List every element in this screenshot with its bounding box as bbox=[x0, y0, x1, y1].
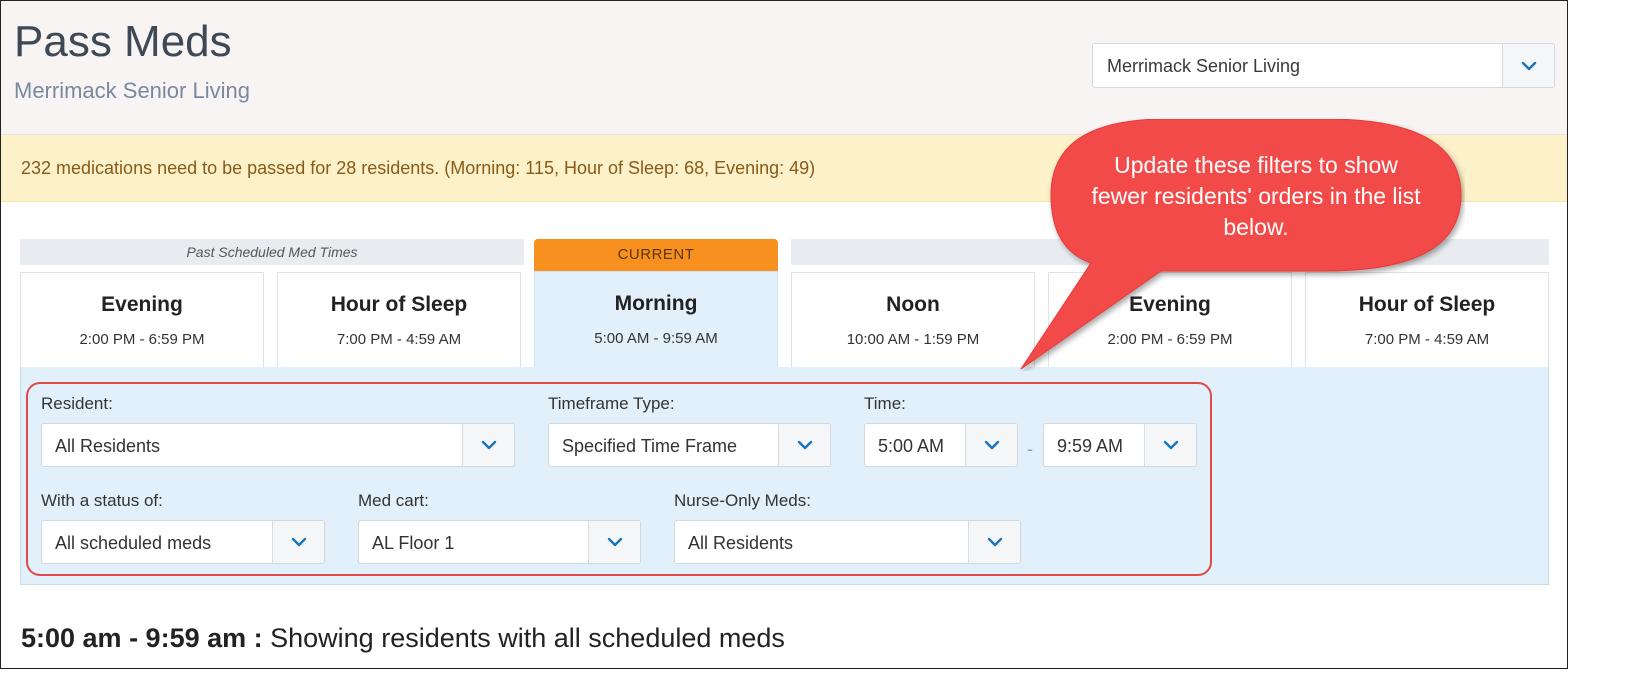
tab-name: Noon bbox=[886, 293, 940, 316]
tab-hour-of-sleep-past[interactable]: Hour of Sleep 7:00 PM - 4:59 AM bbox=[277, 272, 521, 368]
past-times-label: Past Scheduled Med Times bbox=[186, 244, 358, 260]
tab-time: 2:00 PM - 6:59 PM bbox=[79, 331, 205, 348]
page-title: Pass Meds bbox=[14, 17, 232, 66]
facility-select-toggle[interactable] bbox=[1502, 44, 1554, 87]
tab-time: 10:00 AM - 1:59 PM bbox=[846, 331, 980, 348]
tab-evening-past[interactable]: Evening 2:00 PM - 6:59 PM bbox=[20, 272, 264, 368]
tab-morning-current[interactable]: Morning 5:00 AM - 9:59 AM bbox=[534, 271, 778, 368]
tab-name: Hour of Sleep bbox=[330, 293, 468, 316]
current-badge: CURRENT bbox=[534, 239, 778, 271]
tab-time: 7:00 PM - 4:59 AM bbox=[336, 331, 462, 348]
results-summary: 5:00 am - 9:59 am : Showing residents wi… bbox=[21, 623, 785, 654]
page-header: Pass Meds Merrimack Senior Living Merrim… bbox=[1, 1, 1567, 135]
app-frame: Pass Meds Merrimack Senior Living Merrim… bbox=[0, 0, 1568, 669]
callout-text: Update these filters to show fewer resid… bbox=[1091, 152, 1421, 240]
tab-name: Evening bbox=[101, 293, 183, 316]
page-subtitle: Merrimack Senior Living bbox=[14, 78, 250, 103]
past-times-bar: Past Scheduled Med Times bbox=[20, 239, 524, 265]
tab-noon[interactable]: Noon 10:00 AM - 1:59 PM bbox=[791, 272, 1035, 368]
alert-text: 232 medications need to be passed for 28… bbox=[21, 158, 816, 178]
facility-select[interactable]: Merrimack Senior Living bbox=[1092, 43, 1555, 88]
summary-text: Showing residents with all scheduled med… bbox=[262, 623, 785, 653]
filters-highlight-outline bbox=[26, 382, 1212, 576]
tab-name: Morning bbox=[614, 292, 698, 315]
summary-range: 5:00 am - 9:59 am : bbox=[21, 623, 263, 653]
chevron-down-icon bbox=[1521, 61, 1536, 70]
tab-time: 5:00 AM - 9:59 AM bbox=[594, 330, 718, 347]
facility-select-value: Merrimack Senior Living bbox=[1107, 56, 1301, 76]
